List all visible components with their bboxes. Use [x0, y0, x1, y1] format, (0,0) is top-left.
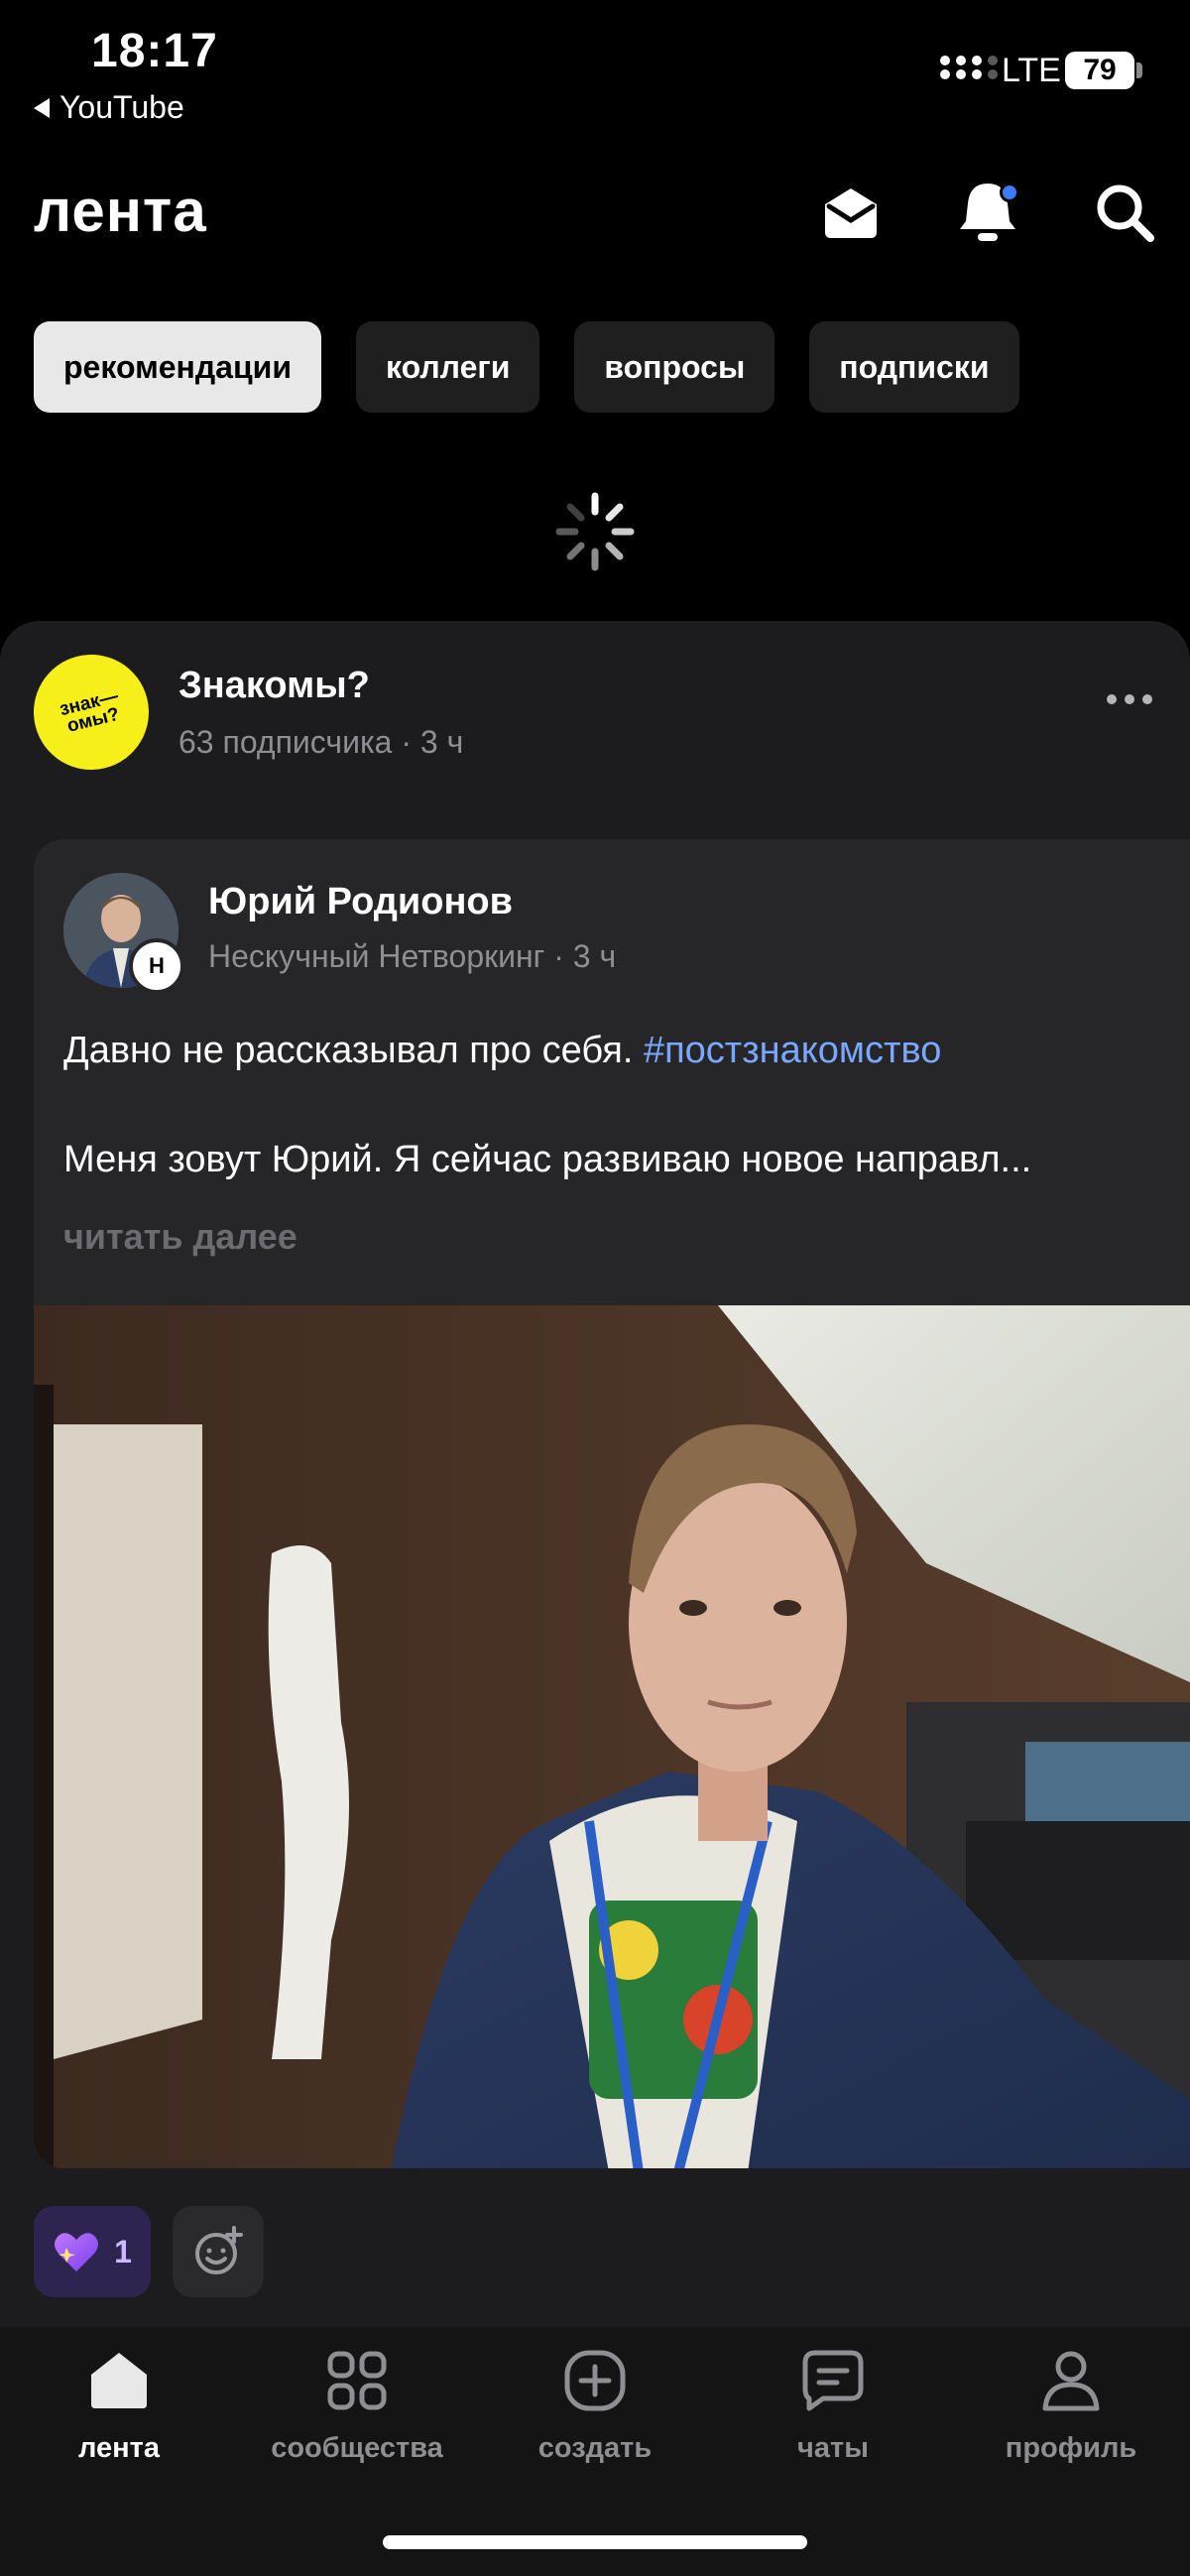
- post-photo[interactable]: [34, 1305, 1190, 2168]
- heart-icon: [55, 2233, 99, 2271]
- nav-label-profile: профиль: [1005, 2432, 1137, 2464]
- post-card[interactable]: Н Юрий Родионов Нескучный Нетворкинг · 3…: [34, 839, 1190, 2168]
- loading-spinner-icon: [555, 492, 635, 571]
- grid-icon: [319, 2343, 395, 2418]
- mail-icon[interactable]: [815, 177, 887, 248]
- add-reaction-button[interactable]: [173, 2206, 264, 2297]
- signal-icon: [940, 56, 1000, 79]
- carrier-label: LTE: [1002, 52, 1061, 89]
- hashtag-link[interactable]: #постзнакомство: [644, 1030, 941, 1071]
- read-more-link[interactable]: читать далее: [63, 1216, 298, 1258]
- back-to-app-link[interactable]: YouTube: [34, 89, 184, 126]
- add-emoji-icon: [195, 2226, 243, 2274]
- battery-tip: [1136, 62, 1142, 78]
- nav-label-create: создать: [537, 2432, 653, 2464]
- author-meta: Нескучный Нетворкинг · 3 ч: [208, 938, 617, 974]
- nav-item-create[interactable]: создать: [476, 2343, 714, 2465]
- back-app-label: YouTube: [60, 89, 184, 125]
- nav-item-feed[interactable]: лента: [0, 2343, 238, 2465]
- home-indicator[interactable]: [383, 2535, 807, 2549]
- author-badge: Н: [129, 938, 184, 994]
- tab-recommendations[interactable]: рекомендации: [34, 321, 321, 413]
- plus-square-icon: [557, 2343, 633, 2418]
- nav-label-chats: чаты: [797, 2432, 869, 2464]
- home-icon: [81, 2343, 157, 2418]
- battery-icon: 79: [1065, 52, 1134, 89]
- author-name[interactable]: Юрий Родионов: [208, 881, 513, 923]
- back-arrow-icon: [34, 97, 50, 118]
- chat-icon: [795, 2343, 871, 2418]
- more-options-icon[interactable]: [1107, 694, 1152, 704]
- post-text-intro: Давно не рассказывал про себя.: [63, 1030, 634, 1071]
- search-icon[interactable]: [1089, 177, 1160, 248]
- status-bar: 18:17 YouTube LTE 79: [0, 0, 1190, 139]
- profile-icon: [1033, 2343, 1109, 2418]
- reaction-count: 1: [114, 2233, 132, 2269]
- community-name[interactable]: Знакомы?: [178, 665, 370, 707]
- reaction-heart-button[interactable]: 1: [34, 2206, 151, 2297]
- nav-label-communities: сообщества: [271, 2432, 443, 2464]
- nav-item-communities[interactable]: сообщества: [238, 2343, 476, 2465]
- tab-subscriptions[interactable]: подписки: [809, 321, 1019, 413]
- bell-icon[interactable]: [952, 177, 1023, 248]
- post-text-line-2: Меня зовут Юрий. Я сейчас развиваю новое…: [63, 1139, 1032, 1180]
- community-meta: 63 подписчика · 3 ч: [178, 724, 464, 760]
- tab-questions[interactable]: вопросы: [574, 321, 775, 413]
- nav-label-feed: лента: [77, 2432, 160, 2464]
- notification-dot: [1000, 183, 1019, 202]
- nav-item-profile[interactable]: профиль: [952, 2343, 1190, 2465]
- page-title: лента: [34, 178, 207, 244]
- clock: 18:17: [91, 25, 218, 77]
- feed-tabs: рекомендации коллеги вопросы подписки: [34, 321, 1019, 413]
- tab-colleagues[interactable]: коллеги: [355, 321, 540, 413]
- nav-item-chats[interactable]: чаты: [714, 2343, 952, 2465]
- post-text-line-1: Давно не рассказывал про себя. #постзнак…: [63, 1030, 941, 1072]
